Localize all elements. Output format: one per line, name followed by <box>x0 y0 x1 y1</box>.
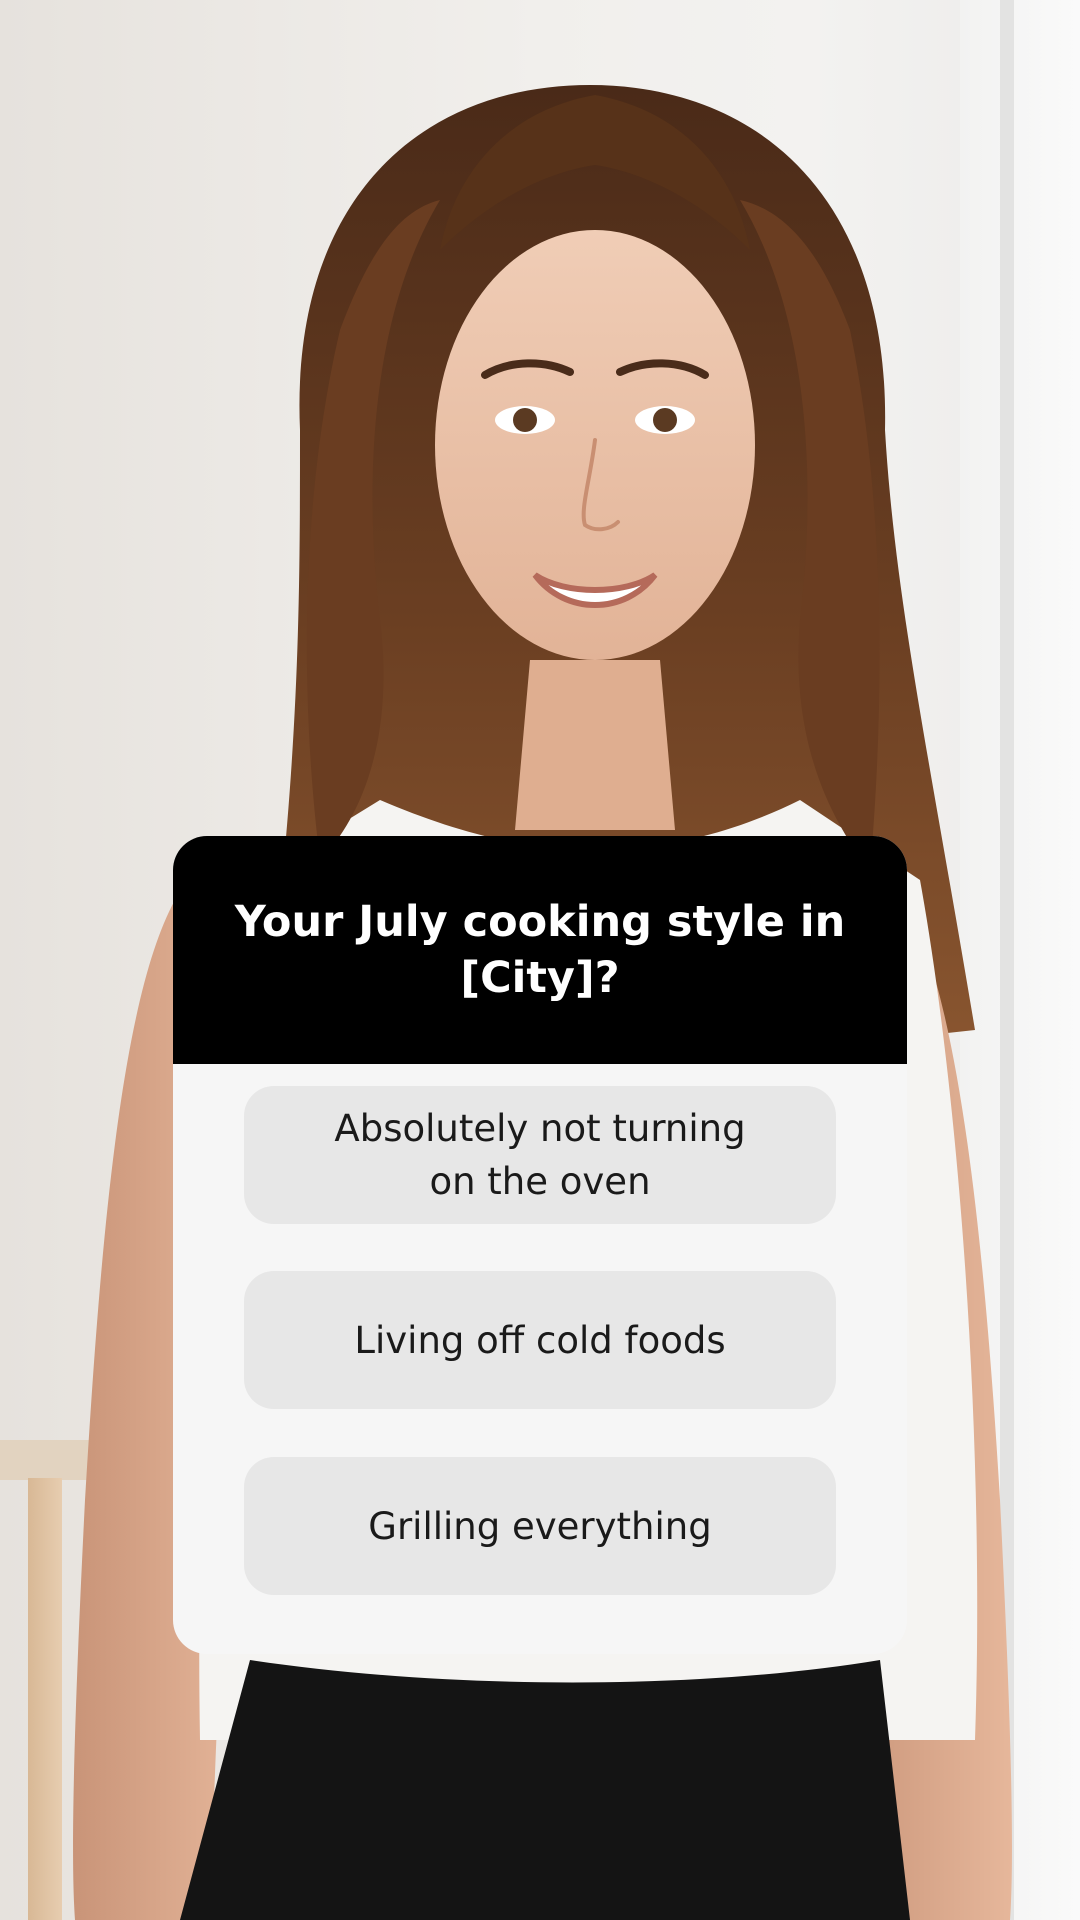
poll-options: Absolutely not turning on the oven Livin… <box>173 1064 907 1654</box>
poll-card: Your July cooking style in [City]? Absol… <box>173 836 907 1654</box>
poll-option-button[interactable]: Grilling everything <box>244 1457 836 1595</box>
poll-option-button[interactable]: Living off cold foods <box>244 1271 836 1409</box>
poll-question: Your July cooking style in [City]? <box>234 897 846 1003</box>
story-canvas: Your July cooking style in [City]? Absol… <box>0 0 1080 1920</box>
poll-option-button[interactable]: Absolutely not turning on the oven <box>244 1086 836 1224</box>
poll-header: Your July cooking style in [City]? <box>173 836 907 1064</box>
